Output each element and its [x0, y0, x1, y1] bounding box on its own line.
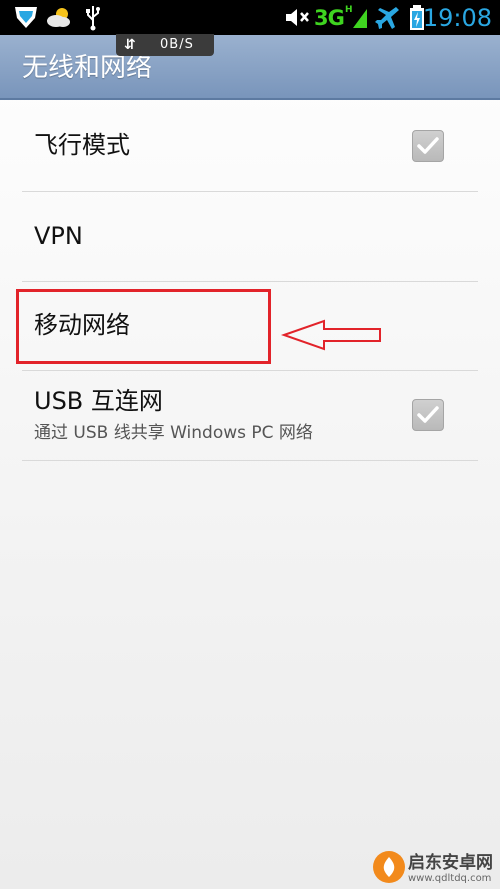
signal-icon [353, 9, 367, 28]
mute-icon [286, 9, 309, 26]
list-item-usb-tethering[interactable]: USB 互连网 通过 USB 线共享 Windows PC 网络 [22, 371, 478, 461]
list-item-airplane-mode[interactable]: 飞行模式 [22, 102, 478, 192]
page-title: 无线和网络 [22, 53, 153, 83]
annotation-arrow-icon [280, 319, 381, 351]
airplane-icon [375, 7, 399, 29]
list-item-summary: 通过 USB 线共享 Windows PC 网络 [34, 423, 313, 443]
usb-tethering-checkbox[interactable] [412, 399, 444, 431]
airplane-mode-checkbox[interactable] [412, 130, 444, 162]
check-icon [417, 137, 439, 154]
usb-icon [86, 6, 100, 31]
shield-notification-icon [15, 7, 37, 28]
watermark-text: 启东安卓网 [408, 853, 493, 873]
list-item-vpn[interactable]: VPN [22, 192, 478, 282]
status-bar: 3G H 19:08 [0, 0, 500, 35]
network-speed-indicator: ⇵ 0B/S [116, 34, 214, 56]
watermark-url: www.qdltdq.com [408, 873, 492, 884]
title-bar: 无线和网络 [0, 35, 500, 100]
watermark-logo-icon [373, 851, 405, 883]
list-item-label: VPN [34, 222, 83, 250]
check-icon [417, 406, 439, 423]
list-item-label: 飞行模式 [34, 131, 130, 159]
annotation-highlight-box [16, 289, 271, 364]
network-type-label: 3G [314, 6, 345, 30]
status-time: 19:08 [422, 4, 492, 32]
list-item-label: USB 互连网 [34, 387, 163, 415]
weather-icon [47, 8, 70, 27]
network-speed-value: 0B/S [160, 37, 194, 52]
transfer-arrows-icon: ⇵ [124, 37, 136, 53]
